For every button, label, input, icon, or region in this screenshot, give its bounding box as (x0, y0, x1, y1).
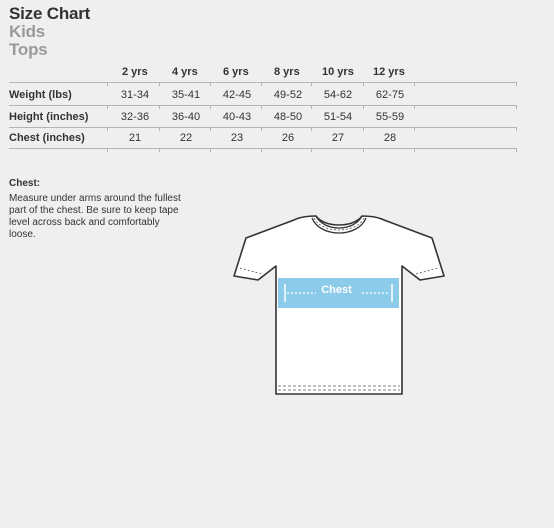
table-cell: 26 (281, 132, 295, 144)
table-cell: 32-36 (120, 111, 150, 123)
tshirt-illustration (233, 215, 445, 395)
row-divider (9, 82, 517, 83)
title-block: Size Chart Kids Tops (9, 4, 90, 59)
table-cell: 40-43 (222, 111, 252, 123)
row-label-weight: Weight (lbs) (9, 89, 72, 101)
table-cell: 55-59 (375, 111, 405, 123)
table-cell: 28 (383, 132, 397, 144)
table-cell: 27 (331, 132, 345, 144)
table-cell: 21 (128, 132, 142, 144)
page-subtitle-tops: Tops (9, 40, 48, 59)
column-header: 4 yrs (172, 66, 198, 78)
chest-band-label: Chest (321, 284, 352, 296)
column-header: 10 yrs (322, 66, 354, 78)
table-cell: 42-45 (222, 89, 252, 101)
row-divider (9, 127, 517, 128)
page-title: Size Chart (9, 4, 91, 23)
table-cell: 48-50 (273, 111, 303, 123)
table-cell: 35-41 (171, 89, 201, 101)
table-cell: 51-54 (323, 111, 353, 123)
row-divider (9, 105, 517, 106)
column-header: 12 yrs (373, 66, 405, 78)
page-subtitle-kids: Kids (9, 22, 46, 41)
chest-instructions: Chest: Measure under arms around the ful… (9, 178, 184, 241)
table-cell: 31-34 (120, 89, 150, 101)
tshirt-diagram: Chest (232, 214, 446, 400)
column-header: 2 yrs (122, 66, 148, 78)
table-cell: 49-52 (273, 89, 303, 101)
chest-description: Measure under arms around the fullest pa… (9, 193, 181, 240)
table-cell: 22 (179, 132, 193, 144)
row-label-height: Height (inches) (9, 111, 89, 123)
column-header: 8 yrs (274, 66, 300, 78)
table-cell: 36-40 (171, 111, 201, 123)
table-cell: 62-75 (375, 89, 405, 101)
row-divider (9, 148, 517, 149)
column-header: 6 yrs (223, 66, 249, 78)
row-label-chest: Chest (inches) (9, 132, 85, 144)
table-cell: 23 (230, 132, 244, 144)
chest-heading: Chest: (9, 178, 41, 189)
table-cell: 54-62 (323, 89, 353, 101)
